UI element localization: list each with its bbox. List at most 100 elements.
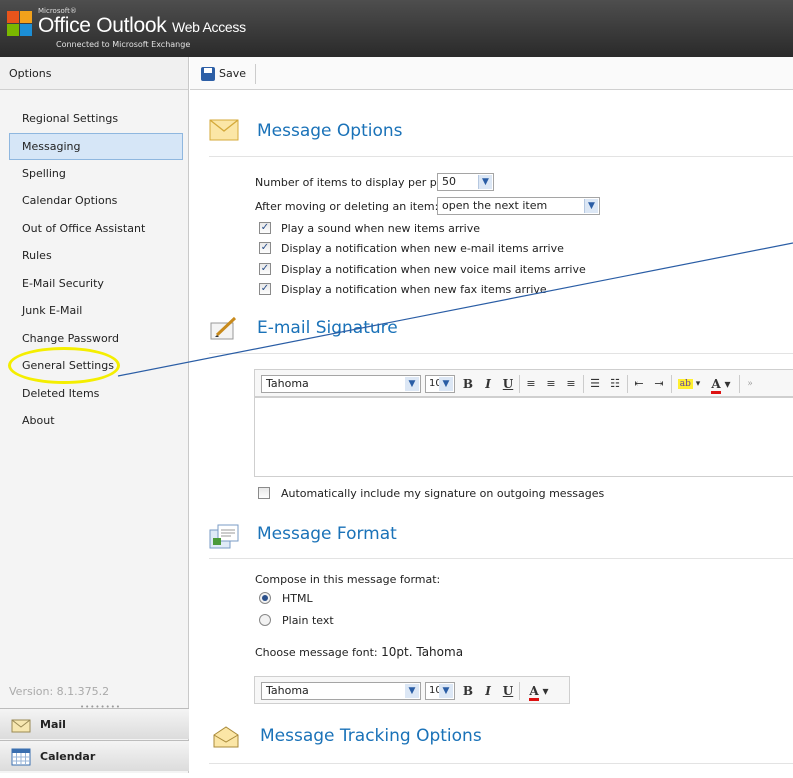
plain-text-radio-label: Plain text	[282, 614, 334, 627]
html-radio[interactable]	[259, 592, 271, 604]
bold-button[interactable]: B	[461, 683, 475, 699]
sidebar-item-about[interactable]: About	[0, 407, 188, 435]
underline-button[interactable]: U	[501, 683, 515, 699]
align-center-icon[interactable]: ≡	[543, 376, 559, 392]
message-font-select[interactable]: Tahoma ▼	[261, 682, 421, 700]
auto-signature-label: Automatically include my signature on ou…	[281, 487, 605, 500]
html-radio-label: HTML	[282, 592, 313, 605]
version-label: Version: 8.1.375.2	[9, 685, 110, 698]
sidebar-item-regional-settings[interactable]: Regional Settings	[0, 105, 188, 133]
sidebar-item-out-of-office[interactable]: Out of Office Assistant	[0, 215, 188, 243]
sidebar-item-deleted-items[interactable]: Deleted Items	[0, 380, 188, 408]
decrease-indent-icon[interactable]: ⇤	[631, 376, 647, 392]
message-format-icon	[209, 522, 239, 553]
brand-web: Web Access	[172, 19, 246, 35]
highlight-color-icon[interactable]: ab ▾	[675, 376, 703, 392]
compose-format-label: Compose in this message format:	[255, 573, 441, 586]
message-size-select[interactable]: 10 ▼	[425, 682, 455, 700]
connected-label: Connected to Microsoft Exchange	[56, 40, 191, 49]
save-label: Save	[219, 67, 247, 80]
bullet-list-icon[interactable]: ☰	[587, 376, 603, 392]
sidebar-item-email-security[interactable]: E-Mail Security	[0, 270, 188, 298]
signature-font-select[interactable]: Tahoma ▼	[261, 375, 421, 393]
toolbar-separator	[519, 682, 520, 700]
sidebar-item-messaging[interactable]: Messaging	[9, 132, 183, 160]
sidebar-title: Options	[0, 57, 188, 90]
more-options-icon[interactable]: »	[744, 376, 756, 392]
message-font-value[interactable]: 10pt. Tahoma	[381, 645, 463, 659]
toolbar-separator	[583, 375, 584, 393]
voicemail-notify-checkbox[interactable]: ✓	[259, 263, 271, 275]
increase-indent-icon[interactable]: ⇥	[651, 376, 667, 392]
message-font-toolbar: Tahoma ▼ 10 ▼ B I U A ▾	[254, 676, 570, 704]
chevron-down-icon: ▼	[584, 199, 598, 213]
after-moving-label: After moving or deleting an item:	[255, 200, 439, 213]
save-button[interactable]: Save	[198, 64, 257, 84]
items-per-page-select[interactable]: 50 ▼	[437, 173, 494, 191]
chevron-down-icon: ▼	[405, 684, 419, 698]
bold-button[interactable]: B	[461, 376, 475, 392]
signature-size-select[interactable]: 10 ▼	[425, 375, 455, 393]
save-disk-icon	[201, 67, 215, 81]
font-color-icon[interactable]: A ▾	[525, 683, 553, 701]
brand-office: Office Outlook	[38, 14, 167, 37]
sidebar-item-change-password[interactable]: Change Password	[0, 325, 188, 353]
options-sidebar: Options Regional Settings Messaging Spel…	[0, 57, 189, 773]
numbered-list-icon[interactable]: ☷	[607, 376, 623, 392]
highlight-circle	[8, 347, 120, 384]
chevron-down-icon: ▼	[439, 377, 453, 391]
fax-notify-checkbox[interactable]: ✓	[259, 283, 271, 295]
chevron-down-icon: ▼	[405, 377, 419, 391]
tracking-title: Message Tracking Options	[260, 726, 482, 746]
tracking-envelope-icon	[212, 725, 240, 752]
nav-calendar-label: Calendar	[40, 750, 96, 763]
items-per-page-value: 50	[442, 175, 456, 188]
section-divider	[209, 558, 793, 559]
align-left-icon[interactable]: ≡	[523, 376, 539, 392]
play-sound-checkbox[interactable]: ✓	[259, 222, 271, 234]
brand-title: Office Outlook Web Access	[38, 14, 246, 38]
font-color-icon[interactable]: A ▾	[707, 376, 735, 394]
app-header: Microsoft® Office Outlook Web Access Con…	[0, 0, 793, 57]
sidebar-item-calendar-options[interactable]: Calendar Options	[0, 187, 188, 215]
voicemail-notify-label: Display a notification when new voice ma…	[281, 263, 586, 276]
sidebar-list: Regional Settings Messaging Spelling Cal…	[0, 90, 188, 435]
sidebar-item-junk-email[interactable]: Junk E-Mail	[0, 297, 188, 325]
items-per-page-label: Number of items to display per page:	[255, 176, 461, 189]
sidebar-item-spelling[interactable]: Spelling	[0, 160, 188, 188]
plain-text-radio[interactable]	[259, 614, 271, 626]
nav-calendar-button[interactable]: Calendar	[0, 740, 189, 771]
after-moving-select[interactable]: open the next item ▼	[437, 197, 600, 215]
message-font-label: Choose message font:	[255, 646, 378, 659]
nav-mail-label: Mail	[40, 718, 66, 731]
signature-font-value: Tahoma	[266, 377, 309, 390]
after-moving-value: open the next item	[442, 199, 548, 212]
italic-button[interactable]: I	[481, 376, 495, 392]
play-sound-label: Play a sound when new items arrive	[281, 222, 480, 235]
sidebar-item-rules[interactable]: Rules	[0, 242, 188, 270]
chevron-down-icon: ▼	[439, 684, 453, 698]
auto-signature-checkbox[interactable]	[258, 487, 270, 499]
align-right-icon[interactable]: ≡	[563, 376, 579, 392]
envelope-icon	[11, 715, 31, 733]
section-divider	[209, 763, 793, 764]
email-notify-label: Display a notification when new e-mail i…	[281, 242, 564, 255]
italic-button[interactable]: I	[481, 683, 495, 699]
message-options-title: Message Options	[257, 121, 403, 141]
calendar-icon	[11, 747, 31, 766]
options-content: Message Options Number of items to displ…	[190, 90, 793, 773]
toolbar-separator	[671, 375, 672, 393]
envelope-large-icon	[209, 119, 239, 144]
section-divider	[209, 156, 793, 157]
message-font-row: Choose message font: 10pt. Tahoma	[255, 645, 463, 659]
signature-editor[interactable]	[254, 397, 793, 477]
office-logo-icon	[7, 8, 35, 42]
message-format-title: Message Format	[257, 524, 397, 544]
signature-format-toolbar: Tahoma ▼ 10 ▼ B I U ≡ ≡ ≡ ☰ ☷ ⇤ ⇥ ab ▾ A…	[254, 369, 793, 397]
signature-pen-icon	[209, 315, 239, 344]
email-notify-checkbox[interactable]: ✓	[259, 242, 271, 254]
fax-notify-label: Display a notification when new fax item…	[281, 283, 547, 296]
underline-button[interactable]: U	[501, 376, 515, 392]
main-toolbar: Save	[190, 57, 793, 90]
nav-mail-button[interactable]: Mail	[0, 708, 189, 739]
